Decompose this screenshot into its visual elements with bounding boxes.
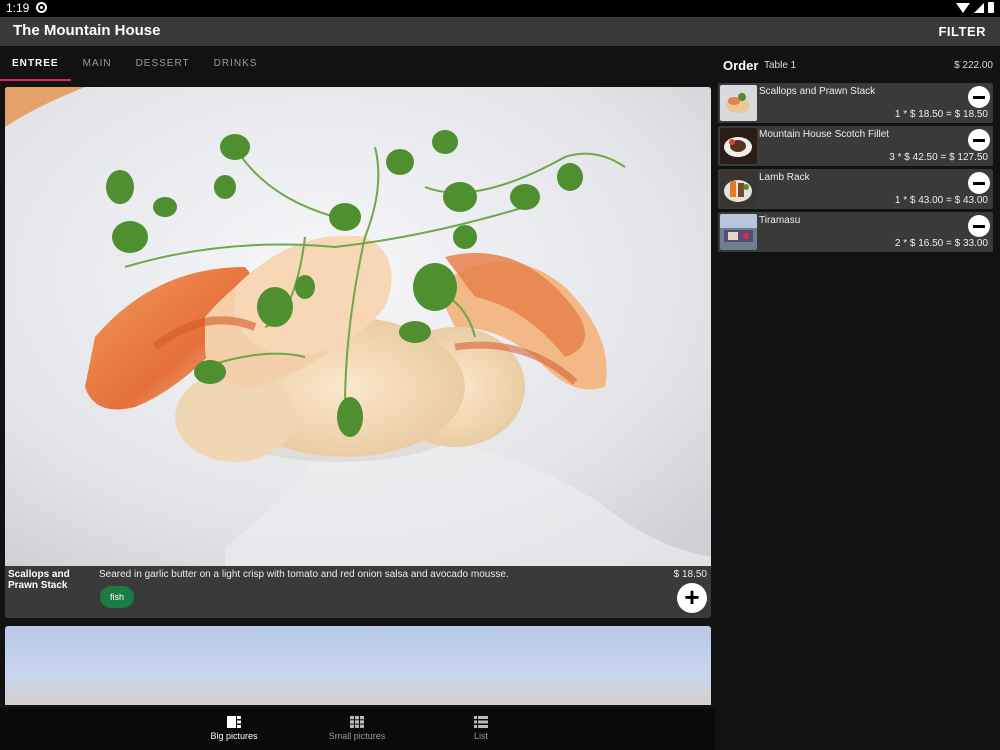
order-item[interactable]: Tiramasu 2 * $ 16.50 = $ 33.00	[718, 212, 993, 252]
filter-button[interactable]: FILTER	[938, 24, 986, 39]
nav-list[interactable]: List	[421, 708, 541, 750]
tab-main[interactable]: MAIN	[71, 46, 124, 82]
order-total: $ 222.00	[954, 60, 993, 71]
tag-chip-fish[interactable]: fish	[100, 586, 135, 608]
sync-icon	[36, 2, 47, 13]
bottom-navigation: Big pictures Small pictures List	[0, 708, 715, 750]
order-item-name: Lamb Rack	[759, 172, 810, 183]
tab-drinks[interactable]: DRINKS	[202, 46, 270, 82]
nav-small-pictures[interactable]: Small pictures	[297, 708, 417, 750]
dish-name: Scallops and Prawn Stack	[8, 569, 70, 591]
remove-item-button[interactable]	[968, 86, 990, 108]
remove-item-button[interactable]	[968, 215, 990, 237]
order-item-thumbnail	[720, 128, 757, 164]
order-item-calc: 3 * $ 42.50 = $ 127.50	[889, 152, 988, 163]
grid-icon	[350, 716, 364, 728]
status-bar: 1:19	[0, 0, 1000, 17]
category-tabs: ENTREE MAIN DESSERT DRINKS	[0, 46, 715, 82]
plus-icon: +	[684, 582, 700, 612]
order-item[interactable]: Mountain House Scotch Fillet 3 * $ 42.50…	[718, 126, 993, 166]
order-item-thumbnail	[720, 85, 757, 121]
nav-label: List	[473, 731, 488, 741]
order-table: Table 1	[764, 60, 797, 71]
order-item[interactable]: Lamb Rack 1 * $ 43.00 = $ 43.00	[718, 169, 993, 209]
dish-photo	[5, 87, 711, 566]
dish-info: Scallops and Prawn Stack Seared in garli…	[5, 566, 711, 618]
order-title: Order	[723, 58, 759, 73]
status-time: 1:19	[6, 1, 30, 15]
dish-photo-image	[5, 87, 711, 566]
order-item-name: Mountain House Scotch Fillet	[759, 129, 890, 140]
list-icon	[474, 716, 488, 728]
order-panel: Order Table 1 $ 222.00 Scallops and Praw…	[715, 46, 1000, 750]
order-item-calc: 1 * $ 43.00 = $ 43.00	[894, 195, 988, 206]
wifi-icon	[956, 2, 970, 13]
order-item-name: Scallops and Prawn Stack	[759, 86, 876, 97]
dish-price: $ 18.50	[673, 569, 707, 580]
order-item-name: Tiramasu	[759, 215, 801, 226]
menu-list[interactable]: Scallops and Prawn Stack Seared in garli…	[0, 82, 715, 705]
order-item-thumbnail	[720, 171, 757, 207]
signal-icon	[974, 2, 984, 13]
nav-label: Small pictures	[328, 731, 386, 741]
tab-entree[interactable]: ENTREE	[0, 46, 71, 82]
dish-photo	[5, 626, 711, 705]
nav-label: Big pictures	[210, 731, 258, 741]
order-item[interactable]: Scallops and Prawn Stack 1 * $ 18.50 = $…	[718, 83, 993, 123]
app-bar: The Mountain House FILTER	[0, 17, 1000, 46]
add-to-order-button[interactable]: +	[677, 583, 707, 613]
app-title: The Mountain House	[13, 22, 161, 39]
nav-big-pictures[interactable]: Big pictures	[174, 708, 294, 750]
big-pictures-icon	[227, 716, 241, 728]
remove-item-button[interactable]	[968, 129, 990, 151]
dish-description: Seared in garlic butter on a light crisp…	[99, 569, 509, 580]
remove-item-button[interactable]	[968, 172, 990, 194]
order-item-calc: 1 * $ 18.50 = $ 18.50	[894, 109, 988, 120]
order-item-calc: 2 * $ 16.50 = $ 33.00	[894, 238, 988, 249]
battery-icon	[988, 2, 994, 13]
tab-dessert[interactable]: DESSERT	[124, 46, 202, 82]
menu-card[interactable]: Scallops and Prawn Stack Seared in garli…	[5, 87, 711, 618]
menu-card[interactable]	[5, 626, 711, 705]
status-icons	[956, 2, 994, 13]
order-item-thumbnail	[720, 214, 757, 250]
